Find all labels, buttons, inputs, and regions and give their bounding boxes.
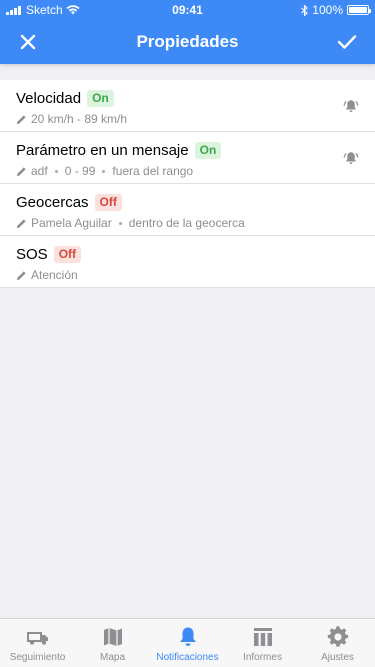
tab-label: Informes — [243, 652, 282, 663]
status-badge: Off — [94, 194, 122, 211]
tab-label: Mapa — [99, 652, 125, 663]
gear-icon — [327, 626, 348, 647]
detail-text: Pamela Aguilar — [31, 216, 112, 230]
tab-bell[interactable]: Notificaciones — [150, 619, 225, 667]
battery-icon — [347, 5, 371, 15]
detail-text: dentro de la geocerca — [128, 216, 245, 230]
status-badge: On — [194, 142, 222, 159]
tab-reports[interactable]: Informes — [225, 619, 300, 667]
notification-name: Parámetro en un mensaje — [16, 142, 189, 159]
notification-list: Velocidad On 20 km/h - 89 km/h Parámetro en… — [0, 80, 375, 288]
status-badge: On — [87, 90, 114, 107]
tab-map[interactable]: Mapa — [75, 619, 150, 667]
detail-text: fuera del rango — [112, 164, 194, 178]
bluetooth-icon — [301, 4, 309, 16]
row-details: adf 0 - 99 fuera del rango — [16, 164, 193, 178]
map-icon — [103, 628, 122, 646]
navigation-bar: Propiedades — [0, 20, 375, 64]
separator-dot — [54, 169, 58, 173]
row-title: Geocercas Off — [16, 194, 122, 211]
detail-text: adf — [31, 164, 48, 178]
truck-icon — [26, 632, 48, 645]
notification-name: Geocercas — [16, 194, 89, 211]
tab-truck[interactable]: Seguimiento — [0, 619, 75, 667]
notification-row[interactable]: Geocercas Off Pamela Aguilar dentro de la g… — [0, 184, 375, 236]
checkmark-icon — [337, 35, 357, 49]
notification-row[interactable]: Parámetro en un mensaje On adf 0 - 99 fuera … — [0, 132, 375, 184]
row-title: SOS Off — [16, 246, 82, 263]
row-details: Atención — [16, 268, 78, 282]
tab-bar: Seguimiento Mapa Notificaciones Informes Aju… — [0, 618, 375, 667]
confirm-button[interactable] — [333, 28, 361, 56]
notification-name: SOS — [16, 246, 48, 263]
notification-name: Velocidad — [16, 90, 82, 107]
bell-alarm-icon — [343, 100, 359, 112]
header: Sketch 09:41 100% Propiedades — [0, 0, 375, 64]
bell-icon — [179, 627, 196, 646]
row-title: Parámetro en un mensaje On — [16, 142, 222, 159]
separator-dot — [102, 169, 106, 173]
notification-row[interactable]: SOS Off Atención — [0, 236, 375, 288]
battery-percent: 100% — [312, 3, 343, 17]
detail-text: 20 km/h - 89 km/h — [31, 112, 128, 126]
notification-row[interactable]: Velocidad On 20 km/h - 89 km/h — [0, 80, 375, 132]
tab-label: Ajustes — [321, 652, 354, 663]
row-details: 20 km/h - 89 km/h — [16, 112, 127, 126]
pencil-icon — [16, 114, 26, 124]
status-right: 100% — [301, 3, 371, 17]
pencil-icon — [16, 166, 26, 176]
row-title: Velocidad On — [16, 90, 114, 107]
tab-label: Seguimiento — [9, 652, 66, 663]
pencil-icon — [16, 218, 26, 228]
status-bar: Sketch 09:41 100% — [0, 0, 375, 20]
tab-label: Notificaciones — [156, 652, 219, 663]
tab-gear[interactable]: Ajustes — [300, 619, 375, 667]
reports-icon — [253, 628, 272, 646]
pencil-icon — [16, 270, 26, 280]
status-badge: Off — [53, 246, 82, 263]
page-title: Propiedades — [136, 32, 239, 51]
battery-fill — [349, 7, 367, 13]
row-details: Pamela Aguilar dentro de la geocerca — [16, 216, 245, 230]
separator-dot — [118, 221, 122, 225]
detail-text: 0 - 99 — [64, 164, 96, 178]
detail-text: Atención — [31, 268, 78, 282]
bell-alarm-icon — [343, 152, 359, 164]
